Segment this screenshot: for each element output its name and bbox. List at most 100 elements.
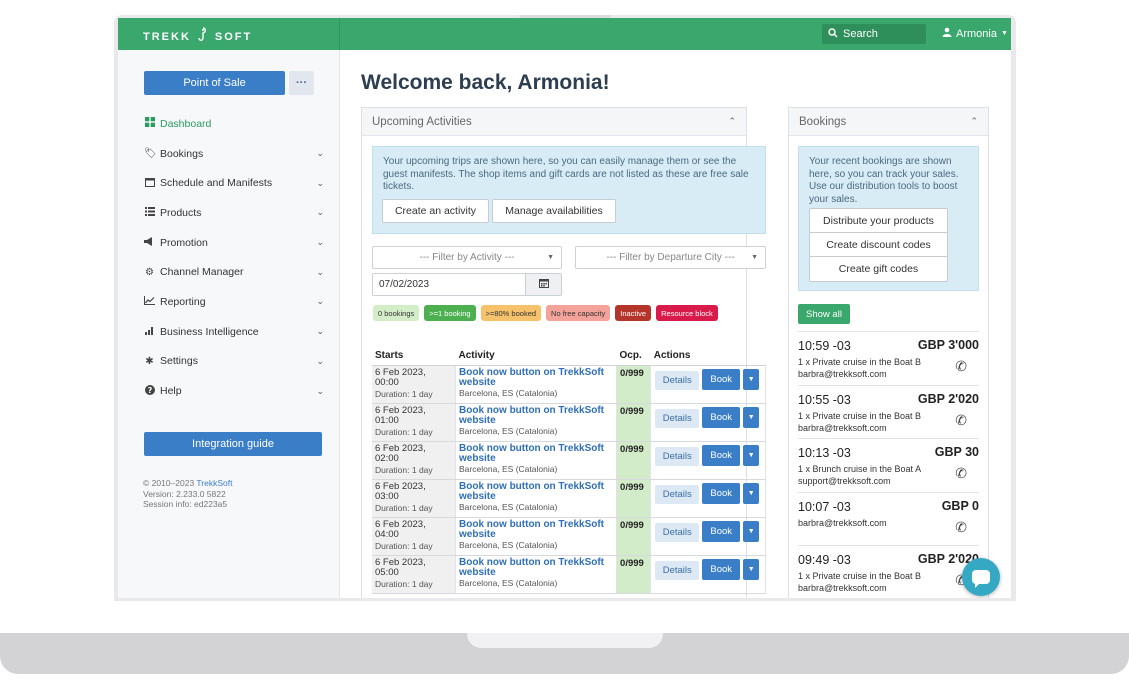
show-all-button[interactable]: Show all xyxy=(798,304,850,324)
cell-actions: Details Book ▼ xyxy=(650,517,766,556)
bookings-header[interactable]: Bookings ⌃ xyxy=(789,108,988,136)
details-button[interactable]: Details xyxy=(655,560,700,580)
duration: Duration: 1 day xyxy=(375,540,433,551)
activity-link[interactable]: Book now button on TrekkSoft website xyxy=(459,405,613,426)
trekksoft-link[interactable]: TrekkSoft xyxy=(196,478,232,488)
col-actions: Actions xyxy=(650,347,766,366)
activity-link[interactable]: Book now button on TrekkSoft website xyxy=(459,557,613,578)
sidebar-item-schedule[interactable]: Schedule and Manifests ⌄ xyxy=(144,168,324,198)
caret-down-icon: ▼ xyxy=(751,254,758,261)
chevron-up-icon[interactable]: ⌃ xyxy=(970,116,978,127)
table-header-row: Starts Activity Ocp. Actions xyxy=(372,347,766,366)
cell-activity: Book now button on TrekkSoft website Barc… xyxy=(455,517,618,556)
book-dropdown-button[interactable]: ▼ xyxy=(743,406,760,428)
create-gift-codes-button[interactable]: Create gift codes xyxy=(810,257,947,281)
phone-icon: ✆ xyxy=(955,465,967,481)
details-button[interactable]: Details xyxy=(655,522,700,542)
calendar-icon xyxy=(538,278,549,291)
details-button[interactable]: Details xyxy=(655,484,700,504)
details-button[interactable]: Details xyxy=(655,446,700,466)
app-screen: TREKK SOFT Search Armonia ▼ Point of Sal… xyxy=(118,18,1011,598)
sidebar-item-promotion[interactable]: Promotion ⌄ xyxy=(144,228,324,258)
chevron-up-icon[interactable]: ⌃ xyxy=(728,116,736,127)
booking-line-2: barbra@trekksoft.com xyxy=(798,422,887,433)
start-time: 02:00 xyxy=(375,453,399,464)
booking-time: 10:59 -03 xyxy=(798,339,851,353)
book-button[interactable]: Book xyxy=(702,482,741,504)
book-dropdown-button[interactable]: ▼ xyxy=(743,558,760,580)
point-of-sale-button[interactable]: Point of Sale xyxy=(144,71,285,95)
user-menu[interactable]: Armonia ▼ xyxy=(942,27,1008,40)
phone-icon: ✆ xyxy=(955,358,967,374)
start-time: 03:00 xyxy=(375,491,399,502)
book-dropdown-button[interactable]: ▼ xyxy=(743,520,760,542)
megaphone-icon xyxy=(144,236,155,249)
upcoming-activities-header[interactable]: Upcoming Activities ⌃ xyxy=(362,108,746,136)
sidebar-item-business-intelligence[interactable]: Business Intelligence ⌄ xyxy=(144,317,324,347)
book-dropdown-button[interactable]: ▼ xyxy=(743,368,760,390)
book-button[interactable]: Book xyxy=(702,368,741,390)
booking-line-1: 1 x Brunch cruise in the Boat A xyxy=(798,464,922,474)
activity-link[interactable]: Book now button on TrekkSoft website xyxy=(459,443,613,464)
sidebar-item-label: Business Intelligence xyxy=(160,325,259,338)
book-dropdown-button[interactable]: ▼ xyxy=(743,482,760,504)
activity-location: Barcelona, ES (Catalonia) xyxy=(459,501,558,512)
main-content: Welcome back, Armonia! Upcoming Activiti… xyxy=(341,50,1011,598)
booking-item[interactable]: 10:07 -03 GBP 0 barbra@trekksoft.com ✆ xyxy=(798,491,979,546)
booking-description: barbra@trekksoft.com xyxy=(798,517,887,529)
booking-item[interactable]: 10:55 -03 GBP 2'020 1 x Private cruise in … xyxy=(798,384,979,439)
calendar-button[interactable] xyxy=(525,273,562,296)
details-button[interactable]: Details xyxy=(655,408,700,428)
create-activity-button[interactable]: Create an activity xyxy=(382,199,489,223)
integration-guide-button[interactable]: Integration guide xyxy=(144,432,322,456)
caret-down-icon: ▼ xyxy=(1000,30,1008,37)
activity-link[interactable]: Book now button on TrekkSoft website xyxy=(459,367,613,388)
chat-button[interactable] xyxy=(962,558,1000,596)
filter-city-select[interactable]: --- Filter by Departure City --- ▼ xyxy=(575,246,766,269)
sidebar-item-channel-manager[interactable]: ⚙ Channel Manager ⌄ xyxy=(144,257,324,287)
search-button[interactable]: Search xyxy=(822,24,926,44)
svg-text:?: ? xyxy=(147,386,152,395)
date-input[interactable]: 07/02/2023 xyxy=(372,273,526,296)
sidebar-item-help[interactable]: ? Help ⌄ xyxy=(144,376,324,406)
booking-time: 10:55 -03 xyxy=(798,392,851,407)
book-button[interactable]: Book xyxy=(702,558,741,580)
upcoming-activities-panel: Upcoming Activities ⌃ Your upcoming trip… xyxy=(361,107,766,598)
sidebar-item-label: Bookings xyxy=(160,147,204,160)
book-button[interactable]: Book xyxy=(702,406,741,428)
activity-location: Barcelona, ES (Catalonia) xyxy=(459,425,558,436)
brand-suffix: SOFT xyxy=(214,30,253,43)
sidebar-item-bookings[interactable]: 🏷︎ Bookings ⌄ xyxy=(144,139,324,169)
distribute-products-button[interactable]: Distribute your products xyxy=(810,209,947,233)
sidebar-item-settings[interactable]: ✱ Settings ⌄ xyxy=(144,347,324,377)
cell-activity: Book now button on TrekkSoft website Barc… xyxy=(455,403,618,442)
create-discount-codes-button[interactable]: Create discount codes xyxy=(810,233,947,257)
sidebar-item-dashboard[interactable]: Dashboard xyxy=(144,109,324,139)
brand-logo[interactable]: TREKK SOFT xyxy=(143,27,252,46)
activity-link[interactable]: Book now button on TrekkSoft website xyxy=(459,519,613,540)
booking-description: 1 x Brunch cruise in the Boat A support@t… xyxy=(798,463,921,487)
booking-line-2: barbra@trekksoft.com xyxy=(798,583,887,593)
booking-description: 1 x Private cruise in the Boat B barbra@t… xyxy=(798,570,921,594)
book-dropdown-button[interactable]: ▼ xyxy=(743,444,760,466)
manage-availabilities-button[interactable]: Manage availabilities xyxy=(492,199,616,223)
cell-actions: Details Book ▼ xyxy=(650,441,766,480)
sidebar-item-reporting[interactable]: Reporting ⌄ xyxy=(144,287,324,317)
filter-activity-select[interactable]: --- Filter by Activity --- ▼ xyxy=(372,246,562,269)
book-button[interactable]: Book xyxy=(702,520,741,542)
cell-starts: 6 Feb 2023, 00:00 Duration: 1 day xyxy=(372,365,457,404)
details-button[interactable]: Details xyxy=(655,370,700,390)
booking-item[interactable]: 10:59 -03 GBP 3'000 1 x Private cruise in … xyxy=(798,331,979,385)
version-text: Version: 2.233.0 5822 xyxy=(143,488,226,499)
col-starts: Starts xyxy=(372,347,456,366)
sidebar-item-products[interactable]: Products ⌄ xyxy=(144,198,324,228)
caret-down-icon: ▼ xyxy=(747,527,755,535)
cell-ocp: 0/999 xyxy=(616,479,652,518)
user-icon xyxy=(942,27,952,40)
more-options-button[interactable]: ··· xyxy=(289,71,314,95)
booking-item[interactable]: 09:49 -03 GBP 2'020 1 x Private cruise in … xyxy=(798,545,979,598)
booking-item[interactable]: 10:13 -03 GBP 30 1 x Brunch cruise in the … xyxy=(798,438,979,492)
bookings-panel: Bookings ⌃ Your recent bookings are show… xyxy=(788,107,989,598)
activity-link[interactable]: Book now button on TrekkSoft website xyxy=(459,481,613,502)
book-button[interactable]: Book xyxy=(702,444,741,466)
